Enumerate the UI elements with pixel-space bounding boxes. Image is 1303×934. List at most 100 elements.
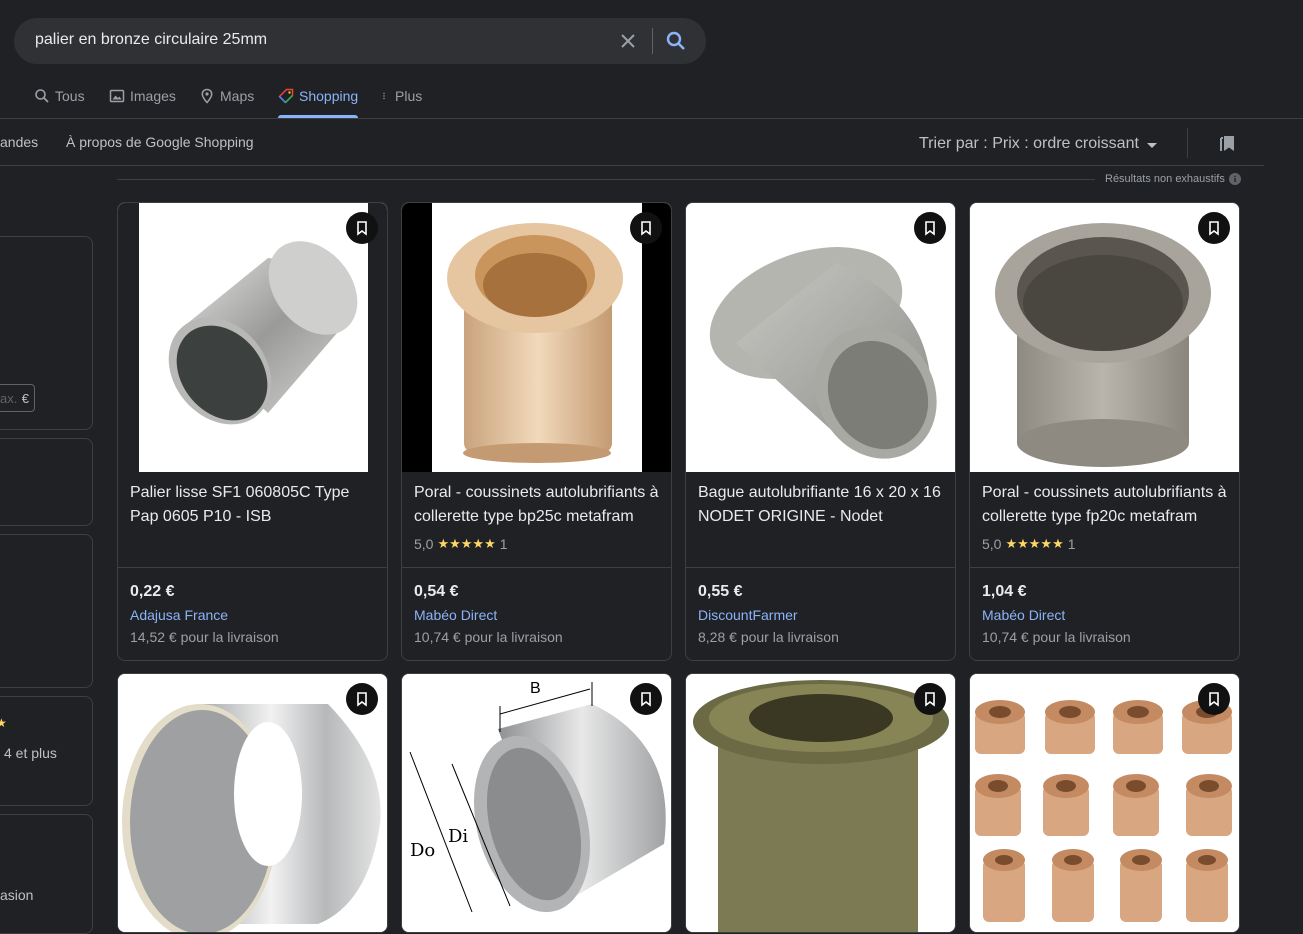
bookmark-icon (1209, 221, 1219, 236)
review-count: 1 (499, 536, 508, 552)
search-input[interactable]: palier en bronze circulaire 25mm (35, 31, 267, 49)
filter-panel (0, 438, 93, 526)
save-button[interactable] (346, 212, 378, 244)
tab-shopping[interactable]: Shopping (278, 84, 359, 118)
product-image[interactable] (970, 674, 1239, 932)
tag-icon (278, 88, 294, 104)
about-shopping-link[interactable]: À propos de Google Shopping (66, 134, 254, 150)
merchant-link[interactable]: Adajusa France (130, 607, 228, 623)
results-note: Résultats non exhaustifs (1105, 173, 1241, 185)
merchant-link[interactable]: Mabéo Direct (982, 607, 1065, 623)
tab-label: Shopping (299, 88, 359, 104)
delivery-filter-option[interactable]: asion (0, 887, 33, 903)
search-tabs: Tous Images Maps Shopping Plus (0, 84, 1303, 118)
product-title[interactable]: Poral - coussinets autolubrifiants à col… (982, 481, 1232, 529)
save-button[interactable] (914, 212, 946, 244)
tab-more[interactable]: Plus (382, 84, 422, 118)
card-divider (686, 567, 955, 568)
product-price: 0,22 € (130, 583, 175, 600)
product-card[interactable] (685, 673, 956, 933)
save-button[interactable] (346, 683, 378, 715)
tabs-divider (0, 118, 1303, 119)
tab-images[interactable]: Images (109, 84, 176, 118)
subbar-divider (0, 165, 1264, 166)
star-rating-icon: ★★★★★ (437, 536, 496, 551)
product-image[interactable] (970, 203, 1239, 472)
product-card[interactable]: B Do Di (401, 673, 672, 933)
product-image[interactable] (118, 203, 387, 472)
filter-panel (0, 534, 93, 688)
rating-star-icon: ★ (0, 716, 7, 730)
save-button[interactable] (630, 212, 662, 244)
product-card[interactable]: Bague autolubrifiante 16 x 20 x 16 NODET… (685, 202, 956, 661)
bookmark-icon (1209, 692, 1219, 707)
product-card[interactable] (117, 673, 388, 933)
delivery-cost: 8,28 € pour la livraison (698, 629, 839, 645)
more-vert-icon (383, 92, 385, 100)
product-card[interactable]: Palier lisse SF1 060805C Type Pap 0605 P… (117, 202, 388, 661)
results-divider (117, 179, 1095, 180)
bookmark-icon (925, 221, 935, 236)
review-count: 1 (1067, 536, 1076, 552)
bookmark-icon (641, 221, 651, 236)
delivery-cost: 10,74 € pour la livraison (982, 629, 1131, 645)
delivery-cost: 14,52 € pour la livraison (130, 629, 279, 645)
product-image[interactable] (686, 203, 955, 472)
card-divider (970, 567, 1239, 568)
tab-maps[interactable]: Maps (199, 84, 254, 118)
bookmark-icon (641, 692, 651, 707)
search-bar: palier en bronze circulaire 25mm (14, 18, 706, 64)
diagram-label-do: Do (410, 840, 436, 861)
bookmarks-icon[interactable] (1218, 133, 1238, 153)
max-price-placeholder: ax. (0, 391, 18, 406)
card-divider (118, 567, 387, 568)
info-icon[interactable] (1228, 173, 1241, 185)
product-card[interactable]: Poral - coussinets autolubrifiants à col… (969, 202, 1240, 661)
rating-value: 5,0 (414, 536, 434, 552)
star-rating-icon: ★★★★★ (1005, 536, 1064, 551)
sort-label: Trier par : Prix : ordre croissant (919, 135, 1139, 152)
product-image[interactable] (402, 203, 671, 472)
product-image[interactable]: B Do Di (402, 674, 671, 932)
image-icon (109, 89, 125, 103)
diagram-label-b: B (530, 680, 541, 697)
sort-divider (1187, 128, 1188, 158)
product-title[interactable]: Poral - coussinets autolubrifiants à col… (414, 481, 664, 529)
orders-link[interactable]: andes (0, 134, 38, 150)
save-button[interactable] (1198, 212, 1230, 244)
card-divider (402, 567, 671, 568)
merchant-link[interactable]: DiscountFarmer (698, 607, 798, 623)
product-title[interactable]: Palier lisse SF1 060805C Type Pap 0605 P… (130, 481, 380, 529)
merchant-link[interactable]: Mabéo Direct (414, 607, 497, 623)
sort-dropdown[interactable]: Trier par : Prix : ordre croissant (919, 135, 1157, 153)
chevron-down-icon (1146, 142, 1157, 148)
product-image[interactable] (686, 674, 955, 932)
product-price: 0,55 € (698, 583, 743, 600)
search-divider (652, 28, 653, 54)
rating-filter-option[interactable]: 4 et plus (4, 745, 57, 761)
delivery-cost: 10,74 € pour la livraison (414, 629, 563, 645)
map-pin-icon (201, 88, 213, 104)
product-card[interactable] (969, 673, 1240, 933)
product-card[interactable]: Poral - coussinets autolubrifiants à col… (401, 202, 672, 661)
product-price: 1,04 € (982, 583, 1027, 600)
clear-icon[interactable] (618, 31, 638, 51)
product-rating[interactable]: 5,0 ★★★★★ 1 (414, 536, 508, 552)
product-title[interactable]: Bague autolubrifiante 16 x 20 x 16 NODET… (698, 481, 948, 529)
tab-all[interactable]: Tous (34, 84, 85, 118)
product-rating[interactable]: 5,0 ★★★★★ 1 (982, 536, 1076, 552)
max-price-input[interactable]: ax. € (0, 384, 35, 412)
search-icon[interactable] (665, 30, 687, 52)
tab-label: Maps (220, 88, 255, 104)
tab-label: Plus (395, 88, 423, 104)
currency-symbol: € (21, 391, 29, 406)
tab-label: Images (130, 88, 176, 104)
save-button[interactable] (914, 683, 946, 715)
bookmark-icon (357, 221, 367, 236)
save-button[interactable] (630, 683, 662, 715)
search-icon (35, 89, 49, 103)
product-image[interactable] (118, 674, 387, 932)
delivery-filter-panel (0, 814, 93, 934)
save-button[interactable] (1198, 683, 1230, 715)
diagram-label-di: Di (448, 826, 469, 847)
